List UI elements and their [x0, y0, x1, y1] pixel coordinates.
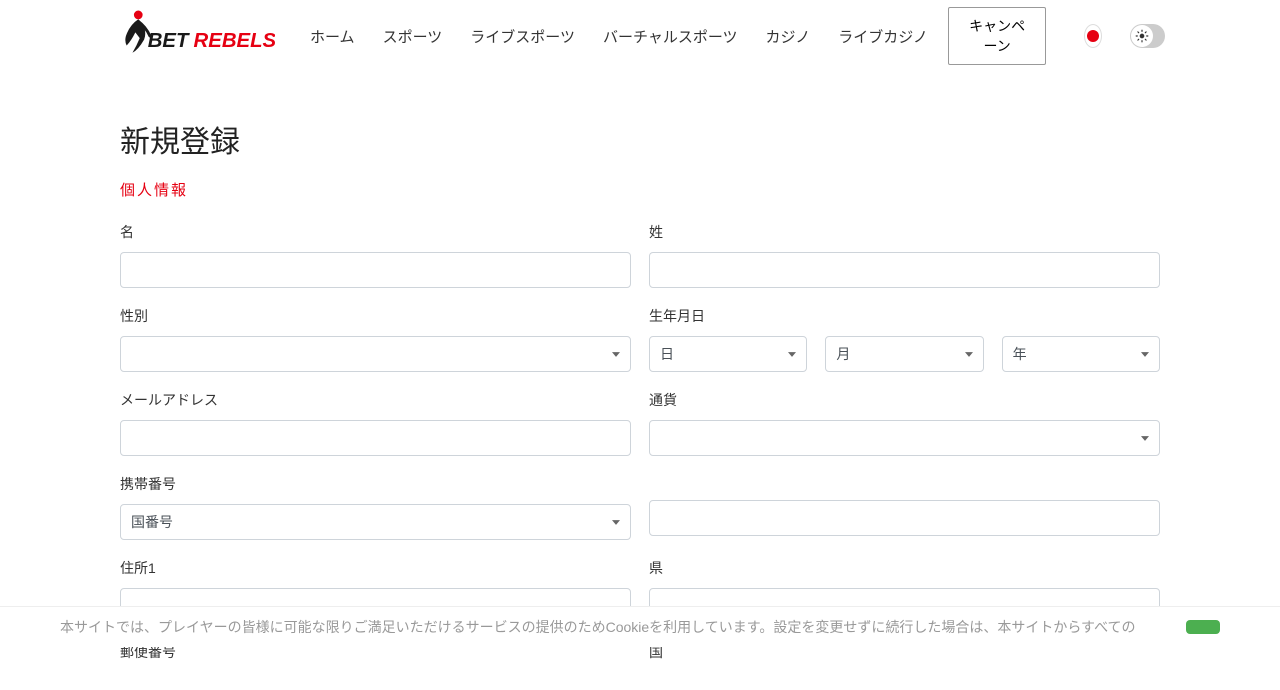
- row-phone: 携帯番号 国番号: [120, 474, 1160, 540]
- phone-spacer: [649, 474, 1160, 490]
- page-title: 新規登録: [120, 117, 1160, 161]
- phone-label: 携帯番号: [120, 474, 631, 494]
- nav-virtual-sports[interactable]: バーチャルスポーツ: [603, 26, 738, 47]
- svg-text:REBELS: REBELS: [194, 30, 275, 52]
- svg-text:BET: BET: [148, 30, 190, 52]
- main-content: 新規登録 個人情報 名 姓 性別 生年月日 日 月: [120, 117, 1160, 672]
- gender-label: 性別: [120, 306, 631, 326]
- currency-label: 通貨: [649, 390, 1160, 410]
- row-name: 名 姓: [120, 222, 1160, 288]
- email-input[interactable]: [120, 420, 631, 456]
- main-nav: ホーム スポーツ ライブスポーツ バーチャルスポーツ カジノ ライブカジノ: [310, 26, 928, 47]
- language-selector[interactable]: [1084, 24, 1102, 48]
- dob-day-select[interactable]: 日: [649, 336, 807, 372]
- first-name-label: 名: [120, 222, 631, 242]
- nav-casino[interactable]: カジノ: [766, 26, 811, 47]
- nav-live-sports[interactable]: ライブスポーツ: [470, 26, 575, 47]
- phone-number-input[interactable]: [649, 500, 1160, 536]
- campaign-button[interactable]: キャンペーン: [948, 7, 1046, 65]
- cookie-banner: 本サイトでは、プレイヤーの皆様に可能な限りご満足いただけるサービスの提供のためC…: [0, 606, 1280, 647]
- japan-flag-icon: [1087, 30, 1099, 42]
- main-header: BET REBELS ホーム スポーツ ライブスポーツ バーチャルスポーツ カジ…: [0, 0, 1280, 77]
- address-label: 住所1: [120, 558, 631, 578]
- dob-label: 生年月日: [649, 306, 1160, 326]
- nav-sports[interactable]: スポーツ: [383, 26, 443, 47]
- dob-year-select[interactable]: 年: [1002, 336, 1160, 372]
- prefecture-label: 県: [649, 558, 1160, 578]
- gender-select[interactable]: [120, 336, 631, 372]
- site-logo[interactable]: BET REBELS: [115, 5, 275, 67]
- sun-icon: [1135, 29, 1149, 43]
- last-name-input[interactable]: [649, 252, 1160, 288]
- first-name-input[interactable]: [120, 252, 631, 288]
- row-email-currency: メールアドレス 通貨: [120, 390, 1160, 456]
- theme-toggle[interactable]: [1130, 24, 1165, 48]
- cookie-text: 本サイトでは、プレイヤーの皆様に可能な限りご満足いただけるサービスの提供のためC…: [60, 617, 1170, 637]
- nav-live-casino[interactable]: ライブカジノ: [838, 26, 928, 47]
- currency-select[interactable]: [649, 420, 1160, 456]
- last-name-label: 姓: [649, 222, 1160, 242]
- section-title: 個人情報: [120, 179, 1160, 200]
- phone-code-select[interactable]: 国番号: [120, 504, 631, 540]
- cookie-accept-button[interactable]: [1186, 620, 1220, 634]
- logo-icon: BET REBELS: [115, 5, 275, 67]
- nav-home[interactable]: ホーム: [310, 26, 355, 47]
- email-label: メールアドレス: [120, 390, 631, 410]
- toggle-knob: [1131, 25, 1153, 47]
- dob-group: 日 月 年: [649, 336, 1160, 372]
- row-gender-dob: 性別 生年月日 日 月 年: [120, 306, 1160, 372]
- dob-month-select[interactable]: 月: [825, 336, 983, 372]
